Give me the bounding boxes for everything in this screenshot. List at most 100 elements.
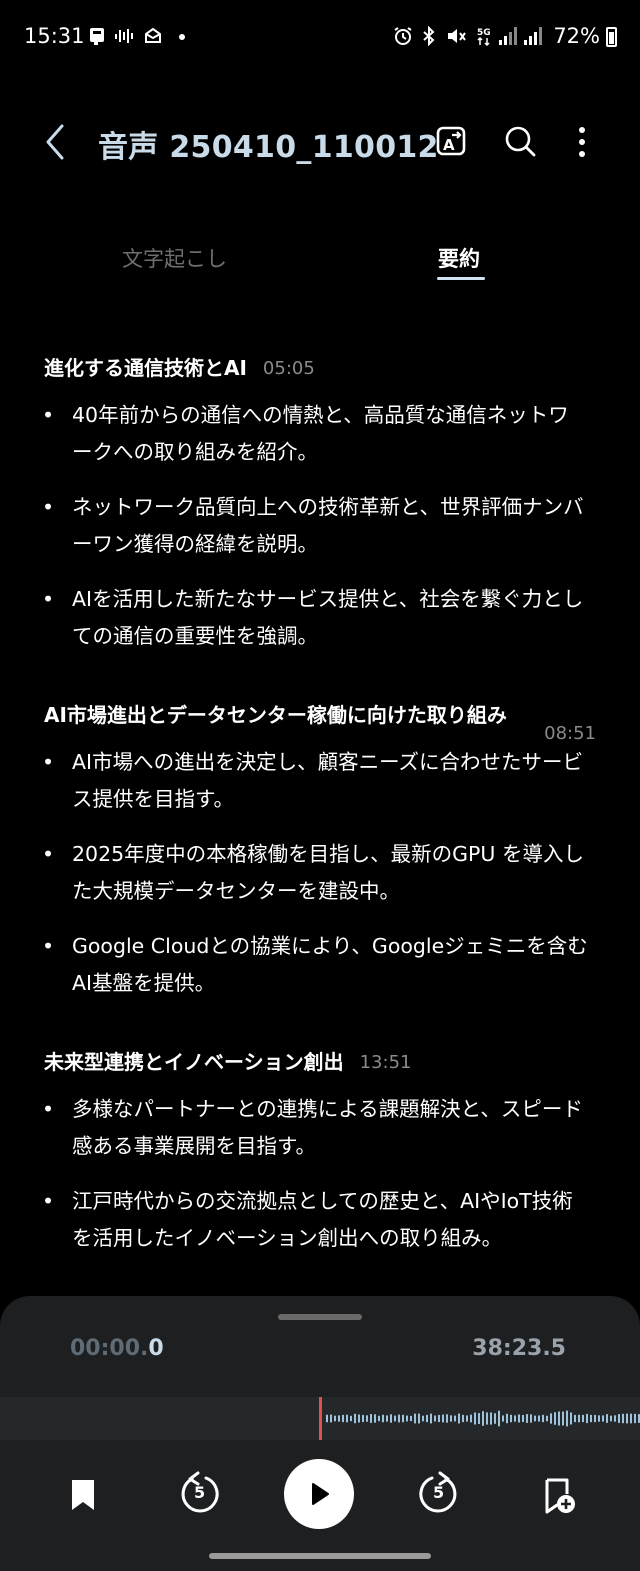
waveform-bar	[634, 1413, 636, 1424]
translate-icon: A	[436, 126, 466, 156]
mute-icon	[446, 26, 466, 51]
status-time: 15:31	[24, 24, 85, 48]
bookmark-button[interactable]	[64, 1476, 102, 1518]
waveform-bar	[622, 1413, 624, 1424]
playhead[interactable]	[319, 1397, 322, 1440]
summary-section: 未来型連携とイノベーション創出 13:51 多様なパートナーとの連携による課題解…	[0, 1044, 640, 1257]
waveform-bar	[530, 1414, 532, 1423]
tab-transcript[interactable]: 文字起こし	[122, 243, 227, 273]
mail-icon	[144, 26, 162, 51]
waveform-bar	[586, 1413, 588, 1424]
drag-handle[interactable]	[278, 1314, 362, 1320]
waveform-bar	[446, 1414, 448, 1423]
home-indicator[interactable]	[209, 1553, 431, 1559]
waveform-bar	[486, 1412, 488, 1425]
translate-button[interactable]: A	[432, 122, 472, 162]
section-title: 進化する通信技術とAI	[44, 356, 247, 380]
tab-active-indicator	[437, 277, 485, 280]
waveform-bar	[490, 1412, 492, 1425]
waveform-bar	[570, 1412, 572, 1425]
bullet-list: 多様なパートナーとの連携による課題解決と、スピード感ある事業展開を目指す。 江戸…	[0, 1091, 640, 1257]
5g-icon: 5G	[476, 26, 492, 49]
play-button[interactable]	[284, 1459, 354, 1529]
summary-section: AI市場進出とデータセンター稼働に向けた取り組み 08:51 AI市場への進出を…	[0, 697, 640, 1002]
current-time-fraction: 0	[148, 1336, 164, 1361]
bullet-list: 40年前からの通信への情熱と、高品質な通信ネットワークへの取り組みを紹介。 ネッ…	[0, 397, 640, 655]
signal-icon-2	[524, 27, 542, 45]
waveform-bar	[342, 1414, 344, 1423]
total-time: 38:23.5	[472, 1336, 566, 1361]
add-bookmark-button[interactable]	[538, 1476, 578, 1520]
waveform-bar	[630, 1413, 632, 1424]
waveform-bar	[462, 1414, 464, 1423]
waveform-bar	[498, 1410, 500, 1427]
waveform-bar	[350, 1415, 352, 1422]
svg-text:A: A	[443, 136, 455, 154]
waveform-bar	[626, 1413, 628, 1424]
bluetooth-icon	[421, 25, 437, 51]
waveform-bar	[438, 1414, 440, 1423]
waveform-bar	[338, 1415, 340, 1422]
current-time-main: 00:00.	[70, 1336, 149, 1361]
summary-content: 進化する通信技術とAI 05:05 40年前からの通信への情熱と、高品質な通信ネ…	[0, 350, 640, 1299]
waveform-bar	[366, 1415, 368, 1422]
section-title: 未来型連携とイノベーション創出	[44, 1050, 344, 1074]
app-header: 音声 250410_110012 A	[0, 100, 640, 184]
waveform-bar	[502, 1415, 504, 1422]
battery-icon	[606, 27, 617, 47]
waveform-bar	[466, 1415, 468, 1422]
search-button[interactable]	[500, 122, 540, 162]
bullet-item: 江戸時代からの交流拠点としての歴史と、AIやIoT技術を活用したイノベーション創…	[0, 1183, 640, 1257]
waveform-bar	[458, 1413, 460, 1424]
svg-text:5G: 5G	[477, 28, 491, 38]
section-header[interactable]: AI市場進出とデータセンター稼働に向けた取り組み 08:51	[0, 697, 640, 744]
search-icon	[505, 126, 536, 157]
waveform-bar	[590, 1414, 592, 1423]
waveform-bar	[566, 1410, 568, 1427]
waveform-bar	[430, 1413, 432, 1424]
waveform-bar	[382, 1414, 384, 1423]
alarm-icon	[393, 26, 413, 51]
waveform-bar	[562, 1411, 564, 1426]
skip-back-seconds: 5	[194, 1483, 206, 1502]
waveform-bar	[370, 1414, 372, 1423]
bullet-item: 2025年度中の本格稼働を目指し、最新のGPU を導入した大規模データセンターを…	[0, 836, 640, 910]
section-header[interactable]: 進化する通信技術とAI 05:05	[0, 350, 640, 387]
skip-back-button[interactable]: 5	[176, 1470, 224, 1522]
waveform-bar	[538, 1415, 540, 1422]
waveform-bar	[478, 1413, 480, 1424]
waveform-bar	[398, 1414, 400, 1423]
bullet-item: AIを活用した新たなサービス提供と、社会を繋ぐ力としての通信の重要性を強調。	[0, 581, 640, 655]
section-title: AI市場進出とデータセンター稼働に向けた取り組み	[44, 703, 507, 727]
tab-summary[interactable]: 要約	[438, 243, 480, 273]
waveform-bar	[390, 1414, 392, 1423]
section-timestamp[interactable]: 13:51	[360, 1044, 412, 1081]
bullet-item: 40年前からの通信への情熱と、高品質な通信ネットワークへの取り組みを紹介。	[0, 397, 640, 471]
waveform-bar	[534, 1415, 536, 1422]
waveform-bar	[598, 1415, 600, 1422]
waveform-bar	[470, 1414, 472, 1423]
waveform-bar	[426, 1414, 428, 1423]
dot-icon	[178, 28, 186, 49]
battery-percent: 72%	[553, 24, 600, 48]
page-title: 音声 250410_110012	[98, 130, 439, 165]
waveform-bar	[414, 1413, 416, 1424]
waveform-bar	[554, 1412, 556, 1425]
waveform-bar	[334, 1415, 336, 1422]
waveform-bar	[518, 1414, 520, 1423]
section-timestamp[interactable]: 05:05	[263, 350, 315, 387]
play-icon	[312, 1483, 329, 1505]
more-options-button[interactable]	[562, 122, 602, 162]
waveform-bar	[406, 1415, 408, 1422]
waveform-bar	[558, 1411, 560, 1426]
back-button[interactable]	[38, 122, 74, 162]
waveform-bar	[582, 1414, 584, 1423]
player-panel: 00:00.0 38:23.5 5 5	[0, 1296, 640, 1571]
waveform-bar	[374, 1414, 376, 1423]
bullet-item: AI市場への進出を決定し、顧客ニーズに合わせたサービス提供を目指す。	[0, 744, 640, 818]
section-header[interactable]: 未来型連携とイノベーション創出 13:51	[0, 1044, 640, 1081]
summary-section: 進化する通信技術とAI 05:05 40年前からの通信への情熱と、高品質な通信ネ…	[0, 350, 640, 655]
waveform-bar	[402, 1414, 404, 1423]
skip-forward-button[interactable]: 5	[414, 1470, 462, 1522]
skip-forward-seconds: 5	[433, 1483, 445, 1502]
